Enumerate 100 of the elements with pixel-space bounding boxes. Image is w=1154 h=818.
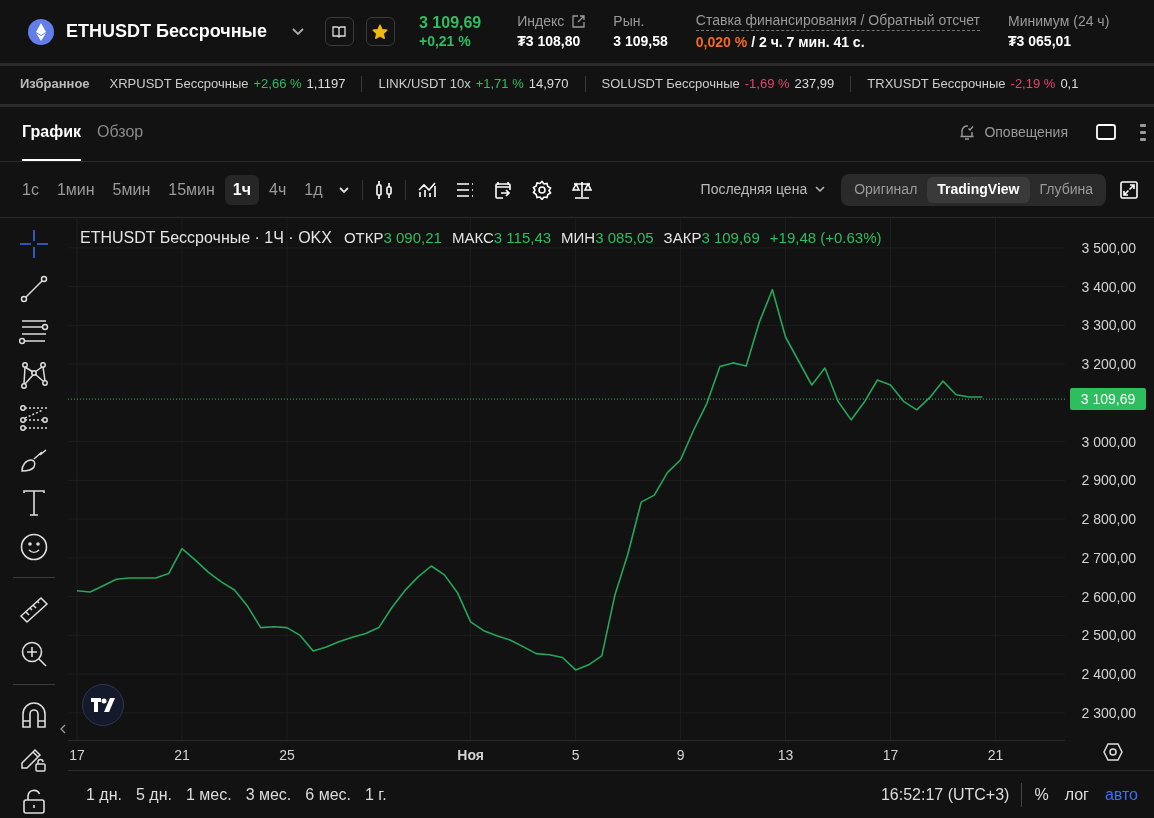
scale-button[interactable]: лог [1064,782,1089,807]
view-mode-tab[interactable]: TradingView [927,176,1030,203]
ticker-change: -1,69 % [744,75,790,94]
axis-label: 2 700,00 [1081,549,1136,566]
interval-button[interactable]: 4ч [261,174,295,205]
ticker-price: 0,1 [1060,75,1079,94]
ticker-price: 1,1197 [306,75,346,94]
axis-label: 3 400,00 [1081,278,1136,295]
ohlc-value: МИН3 085,05 [561,227,654,248]
stat-value: 3 109,58 [613,33,668,51]
ref-line-label: 3 109,69 [1080,391,1136,408]
axis-label: 3 200,00 [1081,356,1136,373]
interval-button[interactable]: 1с [14,174,47,205]
chevron-down-icon[interactable] [291,27,305,36]
axis-label: Ноя [457,746,484,765]
interval-button[interactable]: 15мин [160,174,223,205]
favorites-label: Избранное [20,75,90,94]
list-icon[interactable] [456,181,475,198]
stat-value: ₮3 108,80 [517,33,582,51]
axis-label: 21 [174,746,190,765]
axis-label: 21 [987,746,1004,765]
range-button[interactable]: 1 мес. [185,782,232,807]
balance-scale-icon[interactable] [572,180,593,199]
range-button[interactable]: 1 г. [365,782,387,807]
ruler-icon[interactable] [19,594,49,624]
external-link-icon[interactable] [572,14,586,28]
range-button[interactable]: 6 мес. [305,782,351,807]
guide-button[interactable] [325,17,354,46]
tradingview-logo[interactable] [82,684,124,726]
stat-value: ₮3 065,01 [1008,33,1073,51]
price-source-dropdown[interactable]: Последняя цена [700,179,808,200]
scale-button[interactable]: % [1034,782,1049,807]
axis-label: 3 000,00 [1081,433,1136,450]
ticker-name[interactable]: SOLUSDT Бессрочные [601,74,740,94]
indicators-icon[interactable] [418,180,437,199]
calendar-icon[interactable] [494,180,513,199]
settings-icon[interactable] [532,179,553,200]
price-marker: 3 109,69 [1070,388,1146,411]
chart-tab[interactable]: График [22,107,81,161]
interval-button[interactable]: 1мин [48,174,103,205]
range-button[interactable]: 1 дн. [86,782,122,807]
axis-label: 25 [279,746,295,765]
ticker-price: 237,99 [794,75,835,94]
ohlc-value: ЗАКР3 109,69 [663,227,760,248]
alerts-button[interactable]: Оповещения [984,121,1068,143]
axis-label: 2 900,00 [1081,472,1136,489]
fibonacci-icon[interactable] [19,405,49,431]
ethereum-logo [28,18,54,45]
crosshair-icon[interactable] [19,229,49,259]
funding-countdown: / 2 ч. 7 мин. 41 с. [751,33,865,51]
chevron-down-icon[interactable] [815,186,826,193]
candlestick-icon[interactable] [375,179,394,200]
ticker-name[interactable]: XRPUSDT Бессрочные [109,74,249,94]
stat-label: Рын. [613,12,645,30]
interval-button[interactable]: 1д [296,174,331,205]
axis-label: 17 [69,746,85,765]
chart-title: ETHUSDT Бессрочные · 1Ч · OKX [80,228,332,248]
ticker-name[interactable]: TRXUSDT Бессрочные [867,74,1006,94]
clock-text: 16:52:17 (UTC+3) [880,784,1010,805]
axis-label: 2 300,00 [1081,704,1136,721]
range-button[interactable]: 5 дн. [135,782,172,807]
ticker-price: 14,970 [528,75,569,94]
trend-line-icon[interactable] [20,275,48,303]
text-tool-icon[interactable] [22,489,46,517]
view-mode-tab[interactable]: Оригинал [844,176,928,203]
ticker-change: -2,19 % [1010,75,1056,94]
ticker-name[interactable]: LINK/USDT 10x [378,74,471,94]
zoom-in-icon[interactable] [20,640,48,668]
symbol-title[interactable]: ETHUSDT Бессрочные [66,18,267,45]
pattern-tool-icon[interactable] [20,361,48,389]
layout-icon[interactable] [1096,124,1116,140]
range-button[interactable]: 3 мес. [245,782,292,807]
scale-button[interactable]: авто [1104,782,1138,807]
axis-label: 2 400,00 [1081,666,1136,683]
interval-button[interactable]: 5мин [104,174,159,205]
axis-label: 13 [777,746,794,765]
stat-label: Минимум (24 ч) [1008,12,1110,30]
star-icon [372,23,389,40]
fullscreen-icon[interactable] [1120,180,1138,199]
axis-label: 5 [571,746,580,765]
chart-tab[interactable]: Обзор [97,107,144,161]
favorite-button[interactable] [366,17,395,46]
ticker-change: +1,71 % [475,75,524,94]
interval-button[interactable]: 1ч [224,174,259,205]
smiley-icon[interactable] [20,533,48,561]
collapse-icon[interactable] [60,724,66,734]
horizontal-lines-icon[interactable] [19,319,49,345]
brush-icon[interactable] [19,447,49,473]
bell-icon[interactable] [958,123,977,141]
more-icon[interactable] [1140,123,1146,141]
book-icon [332,25,347,38]
view-mode-tab[interactable]: Глубина [1029,176,1103,203]
unlock-icon[interactable] [22,789,46,815]
change-value: +19,48 (+0.63%) [769,227,882,248]
axis-label: 2 800,00 [1081,511,1136,528]
magnet-icon[interactable] [21,701,47,729]
ohlc-value: МАКС3 115,43 [451,227,552,248]
ohlc-value: ОТКР3 090,21 [343,227,442,248]
stat-label: Индекс [517,12,565,30]
axis-settings-icon[interactable] [1103,742,1123,762]
